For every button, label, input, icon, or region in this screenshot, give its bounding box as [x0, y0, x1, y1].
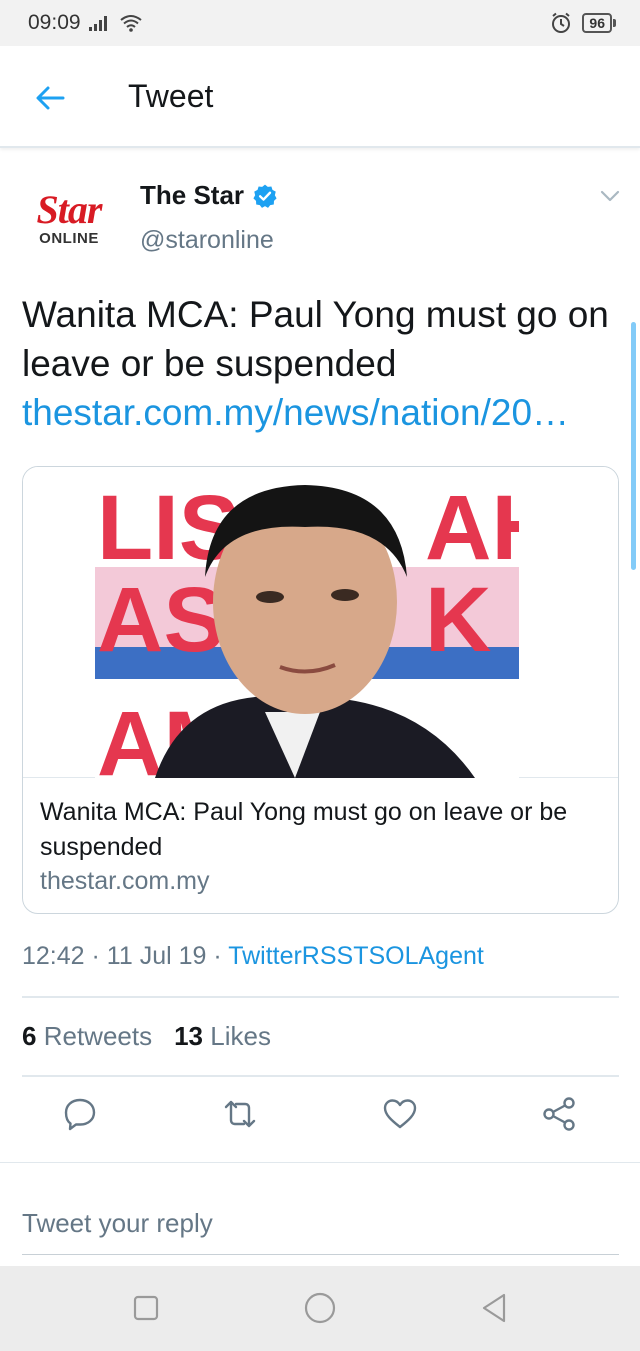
- svg-text:K R: K R: [425, 569, 519, 671]
- back-button[interactable]: [32, 80, 68, 116]
- retweets-label: Retweets: [43, 1021, 153, 1051]
- like-icon[interactable]: [382, 1096, 418, 1132]
- tweet-text: Wanita MCA: Paul Yong must go on leave o…: [22, 290, 622, 437]
- tweet-source-link[interactable]: TwitterRSSTSOLAgent: [228, 942, 484, 970]
- svg-text:AH: AH: [425, 477, 519, 579]
- status-bar: 09:09 96: [0, 0, 640, 46]
- battery-indicator: 96: [582, 13, 616, 33]
- reply-composer: [0, 1162, 640, 1266]
- page-title: Tweet: [128, 78, 214, 114]
- likes-stat[interactable]: 13 Likes: [174, 1021, 271, 1052]
- tweet-body: Wanita MCA: Paul Yong must go on leave o…: [22, 294, 609, 384]
- verified-icon: [253, 184, 277, 208]
- reply-icon[interactable]: [62, 1096, 98, 1132]
- tweet-link[interactable]: thestar.com.my/news/nation/20…: [22, 388, 622, 437]
- share-icon[interactable]: [541, 1096, 577, 1132]
- author-name[interactable]: The Star: [140, 180, 278, 211]
- divider: [22, 1075, 619, 1077]
- nav-recents-icon[interactable]: [130, 1292, 162, 1324]
- likes-count: 13: [174, 1021, 204, 1051]
- link-card[interactable]: LIS AH ASI K R AM Wanita MCA: Paul Yong …: [22, 466, 619, 914]
- tweet-time: 12:42: [22, 942, 85, 970]
- author-handle[interactable]: @staronline: [140, 226, 274, 255]
- back-arrow-icon: [36, 86, 65, 110]
- status-time: 09:09: [28, 11, 81, 34]
- likes-label: Likes: [210, 1021, 271, 1051]
- author-row: Star ONLINE The Star @staronline: [22, 172, 622, 272]
- meta-separator: ·: [91, 942, 100, 970]
- author-name-label: The Star: [140, 180, 245, 210]
- tweet-meta: 12:42 · 11 Jul 19 · TwitterRSSTSOLAgent: [22, 942, 484, 971]
- status-right: 96: [550, 12, 616, 34]
- wifi-icon: [119, 15, 142, 32]
- signal-icon: [88, 16, 107, 31]
- retweets-count: 6: [22, 1021, 37, 1051]
- system-nav-bar: [0, 1266, 640, 1351]
- retweets-stat[interactable]: 6 Retweets: [22, 1021, 152, 1052]
- card-domain: thestar.com.my: [40, 867, 210, 895]
- nav-back-icon[interactable]: [478, 1292, 510, 1324]
- divider: [22, 996, 619, 998]
- retweet-icon[interactable]: [222, 1096, 258, 1132]
- scrollbar[interactable]: [631, 322, 636, 570]
- tweet-actions: [0, 1092, 640, 1152]
- status-left: 09:09: [28, 11, 143, 35]
- tweet-stats: 6 Retweets 13 Likes: [22, 1021, 271, 1052]
- card-title: Wanita MCA: Paul Yong must go on leave o…: [40, 798, 568, 861]
- alarm-icon: [552, 12, 571, 33]
- reply-input[interactable]: [22, 1193, 619, 1255]
- chevron-down-icon[interactable]: [598, 184, 622, 208]
- app-header: Tweet: [0, 46, 640, 148]
- avatar-logo-subtext: ONLINE: [39, 229, 99, 247]
- card-image: LIS AH ASI K R AM: [23, 467, 618, 778]
- tweet-date: 11 Jul 19: [106, 942, 207, 970]
- avatar-logo-text: Star: [36, 186, 103, 232]
- nav-home-icon[interactable]: [304, 1292, 336, 1324]
- meta-separator-2: ·: [213, 942, 222, 970]
- card-photo: LIS AH ASI K R AM: [95, 467, 519, 778]
- avatar[interactable]: Star ONLINE: [22, 172, 116, 266]
